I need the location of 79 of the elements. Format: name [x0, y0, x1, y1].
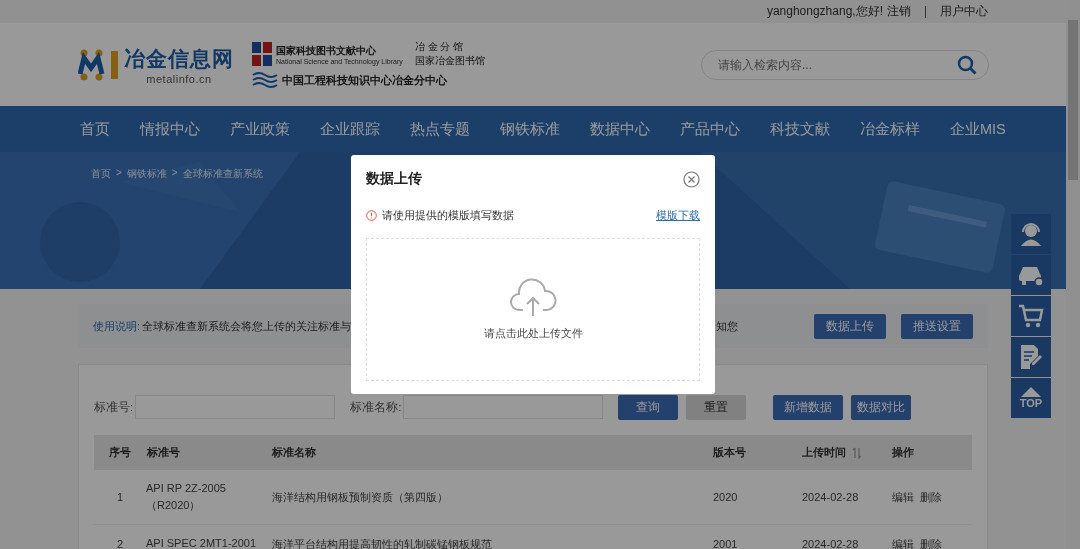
row-action-link[interactable]: 编辑 — [892, 489, 914, 505]
table-cell: API RP 2Z-2005（R2020） — [146, 470, 271, 525]
column-header: 序号 — [94, 435, 146, 470]
template-download-link[interactable]: 模版下载 — [656, 207, 700, 223]
form-button[interactable]: 数据对比 — [851, 394, 912, 420]
column-header: 版本号 — [712, 435, 801, 470]
action-button[interactable]: 数据上传 — [814, 313, 886, 339]
field-label: 标准号: — [94, 399, 134, 415]
action-button[interactable]: 推送设置 — [901, 313, 973, 339]
upload-area[interactable]: 请点击此处上传文件 — [366, 238, 700, 381]
side-tool-button[interactable] — [1011, 296, 1051, 336]
scrollbar-thumb[interactable] — [1068, 20, 1078, 180]
up-triangle-icon[interactable] — [1021, 387, 1041, 397]
row-action-link[interactable]: 删除 — [920, 489, 942, 505]
nav-item[interactable]: 数据中心 — [590, 119, 650, 139]
input-field[interactable] — [403, 395, 604, 419]
form-button[interactable]: 新增数据 — [773, 394, 844, 420]
table-cell: 2020 — [712, 470, 801, 525]
nav-item[interactable]: 企业跟踪 — [320, 119, 380, 139]
table-cell: API SPEC 2MT1-2001 — [146, 524, 271, 549]
nav-item[interactable]: 冶金标样 — [860, 119, 920, 139]
row-action-link[interactable]: 删除 — [920, 536, 942, 549]
logo-text: 冶金信息网 — [124, 45, 234, 72]
wave-logo-icon — [252, 71, 278, 89]
branch-name: 国家冶金图书馆 — [414, 54, 485, 68]
table-cell: 2 — [94, 524, 146, 549]
table-cell: 1 — [94, 470, 146, 525]
nav-item[interactable]: 产业政策 — [230, 119, 290, 139]
table-cell: 2024-02-28 — [801, 524, 891, 549]
table-cell: 海洋结构用钢板预制资质（第四版） — [271, 470, 712, 525]
partner-name: 国家科技图书文献中心 — [276, 43, 377, 58]
partner-name: 中国工程科技知识中心冶金分中心 — [282, 72, 447, 88]
form-button[interactable]: 查询 — [618, 394, 679, 420]
side-tool-button[interactable] — [1011, 214, 1051, 254]
usage-text: 全球标准查新系统会将您上传的关注标准与 — [142, 318, 352, 334]
nav-item[interactable]: 钢铁标准 — [500, 119, 560, 139]
cart-icon[interactable] — [1018, 304, 1044, 328]
breadcrumb-link[interactable]: 钢铁标准 — [126, 167, 167, 181]
logo-domain: metalinfo.cn — [146, 72, 212, 85]
upload-hint: 请点击此处上传文件 — [483, 326, 583, 341]
side-tool-button[interactable] — [1011, 337, 1051, 377]
nstl-logo-icon — [252, 42, 272, 66]
usage-text: 知您 — [716, 318, 738, 334]
column-header[interactable]: 上传时间 — [801, 435, 891, 470]
logout-link[interactable]: 注销 — [887, 3, 911, 20]
close-icon[interactable] — [683, 170, 700, 188]
dialog-title: 数据上传 — [366, 170, 422, 188]
search-icon[interactable] — [957, 54, 977, 75]
nav-item[interactable]: 产品中心 — [680, 119, 740, 139]
breadcrumb-link[interactable]: 首页 — [91, 167, 111, 181]
table-cell: 2024-02-28 — [801, 470, 891, 525]
warning-icon — [366, 209, 377, 221]
nav-item[interactable]: 科技文献 — [770, 119, 830, 139]
user-center-link[interactable]: 用户中心 — [940, 3, 988, 20]
column-header: 标准号 — [146, 435, 271, 470]
usage-label: 使用说明: — [93, 318, 141, 334]
branch-name: 冶 金 分 馆 — [414, 40, 465, 54]
table-cell: 2001 — [712, 524, 801, 549]
breadcrumb-separator: > — [171, 167, 178, 180]
notice-text: 请使用提供的模版填写数据 — [382, 207, 514, 223]
row-action-link[interactable]: 编辑 — [892, 536, 914, 549]
nav-item[interactable]: 首页 — [80, 119, 110, 139]
column-header: 操作 — [891, 435, 972, 470]
table-cell: 海洋平台结构用提高韧性的轧制碳锰钢板规范 — [271, 524, 712, 549]
back-to-top-button[interactable]: TOP — [1011, 378, 1051, 418]
column-header: 标准名称 — [271, 435, 712, 470]
search-field[interactable]: 请输入检索内容... — [701, 49, 989, 80]
nav-item[interactable]: 情报中心 — [140, 119, 200, 139]
breadcrumb-link[interactable]: 全球标准查新系统 — [182, 167, 263, 181]
nav-item[interactable]: 企业MIS — [950, 119, 1006, 139]
field-label: 标准名称: — [350, 399, 402, 415]
nav-item[interactable]: 热点专题 — [410, 119, 470, 139]
form-button[interactable]: 重置 — [686, 394, 747, 420]
edit-document-icon[interactable] — [1019, 344, 1043, 370]
headset-person-icon[interactable] — [1018, 221, 1044, 247]
cloud-upload-icon[interactable] — [509, 278, 557, 318]
side-tool-button[interactable] — [1011, 255, 1051, 295]
breadcrumb-separator: > — [116, 167, 122, 180]
greeting-text: yanghongzhang,您好! — [766, 3, 883, 20]
